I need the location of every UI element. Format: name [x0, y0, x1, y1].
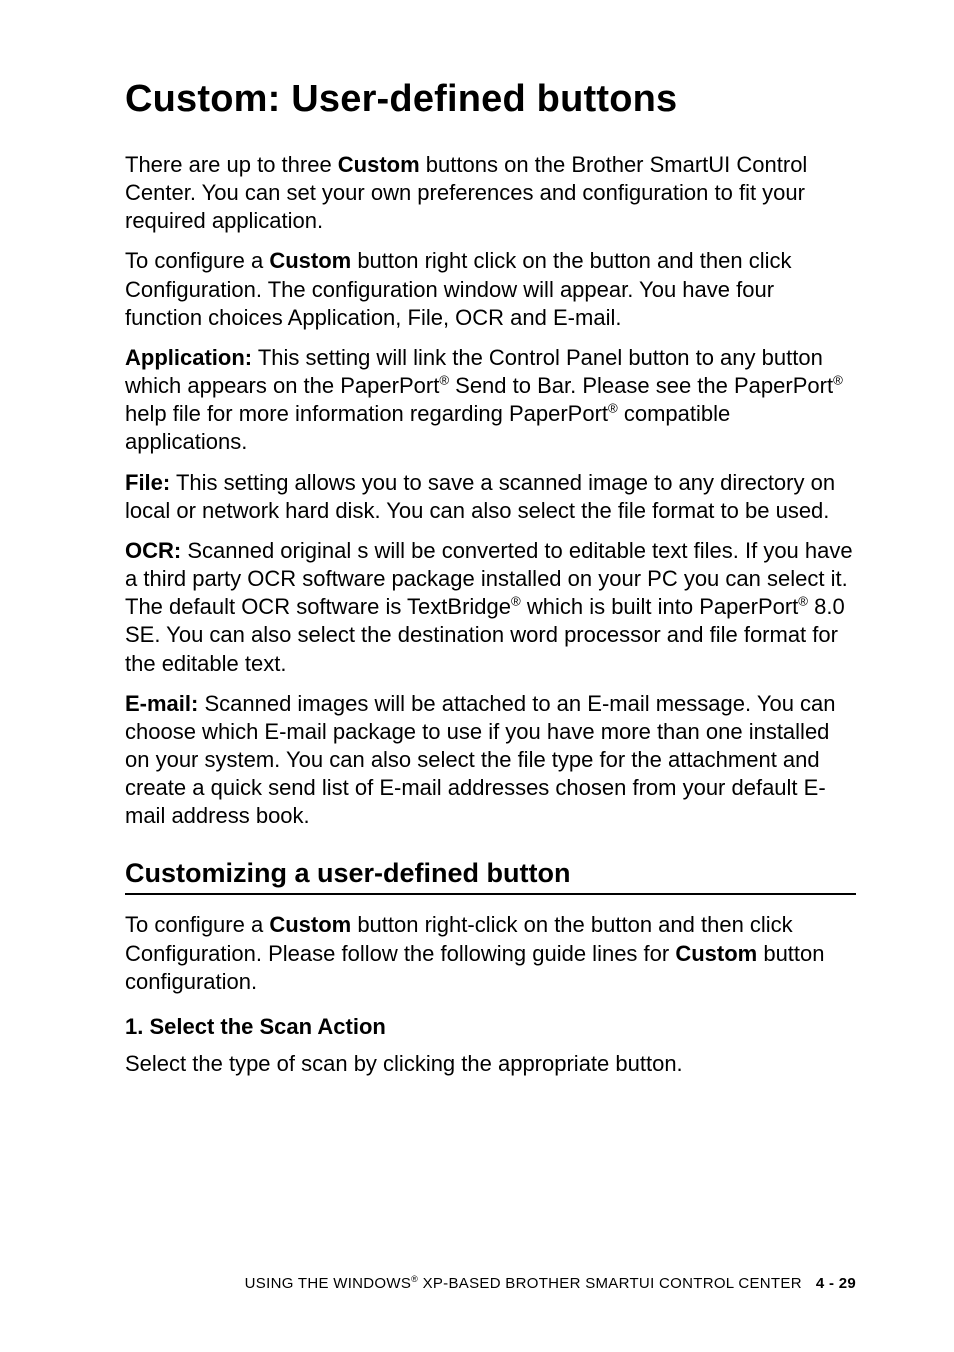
text: Send to Bar. Please see the PaperPort — [449, 373, 833, 398]
footer-text: USING THE WINDOWS — [245, 1275, 412, 1292]
page-footer: USING THE WINDOWS® XP-BASED BROTHER SMAR… — [125, 1275, 856, 1292]
text: help file for more information regarding… — [125, 401, 608, 426]
label-email: E-mail: — [125, 691, 198, 716]
label-ocr: OCR: — [125, 538, 181, 563]
section-paragraph: To configure a Custom button right-click… — [125, 911, 856, 995]
registered-icon: ® — [833, 373, 843, 388]
registered-icon: ® — [798, 594, 808, 609]
registered-icon: ® — [608, 401, 618, 416]
intro-paragraph-2: To configure a Custom button right click… — [125, 247, 856, 331]
custom-word: Custom — [269, 248, 351, 273]
registered-icon: ® — [439, 373, 449, 388]
ocr-paragraph: OCR: Scanned original s will be converte… — [125, 537, 856, 678]
email-paragraph: E-mail: Scanned images will be attached … — [125, 690, 856, 831]
text: To configure a — [125, 912, 269, 937]
page-title: Custom: User-defined buttons — [125, 78, 856, 121]
text: To configure a — [125, 248, 269, 273]
footer-text: XP-BASED BROTHER SMARTUI CONTROL CENTER — [418, 1275, 802, 1292]
text: Scanned images will be attached to an E-… — [125, 691, 836, 829]
text: which is built into PaperPort — [521, 594, 799, 619]
custom-word: Custom — [269, 912, 351, 937]
label-application: Application: — [125, 345, 252, 370]
file-paragraph: File: This setting allows you to save a … — [125, 469, 856, 525]
application-paragraph: Application: This setting will link the … — [125, 344, 856, 457]
text: There are up to three — [125, 152, 338, 177]
page-number: 4 - 29 — [816, 1275, 856, 1292]
step-paragraph: Select the type of scan by clicking the … — [125, 1050, 856, 1078]
custom-word: Custom — [338, 152, 420, 177]
page: Custom: User-defined buttons There are u… — [0, 0, 954, 1352]
text: This setting allows you to save a scanne… — [125, 470, 835, 523]
label-file: File: — [125, 470, 170, 495]
registered-icon: ® — [511, 594, 521, 609]
step-heading: 1. Select the Scan Action — [125, 1014, 856, 1040]
intro-paragraph-1: There are up to three Custom buttons on … — [125, 151, 856, 235]
section-heading: Customizing a user-defined button — [125, 858, 856, 895]
custom-word: Custom — [675, 941, 757, 966]
